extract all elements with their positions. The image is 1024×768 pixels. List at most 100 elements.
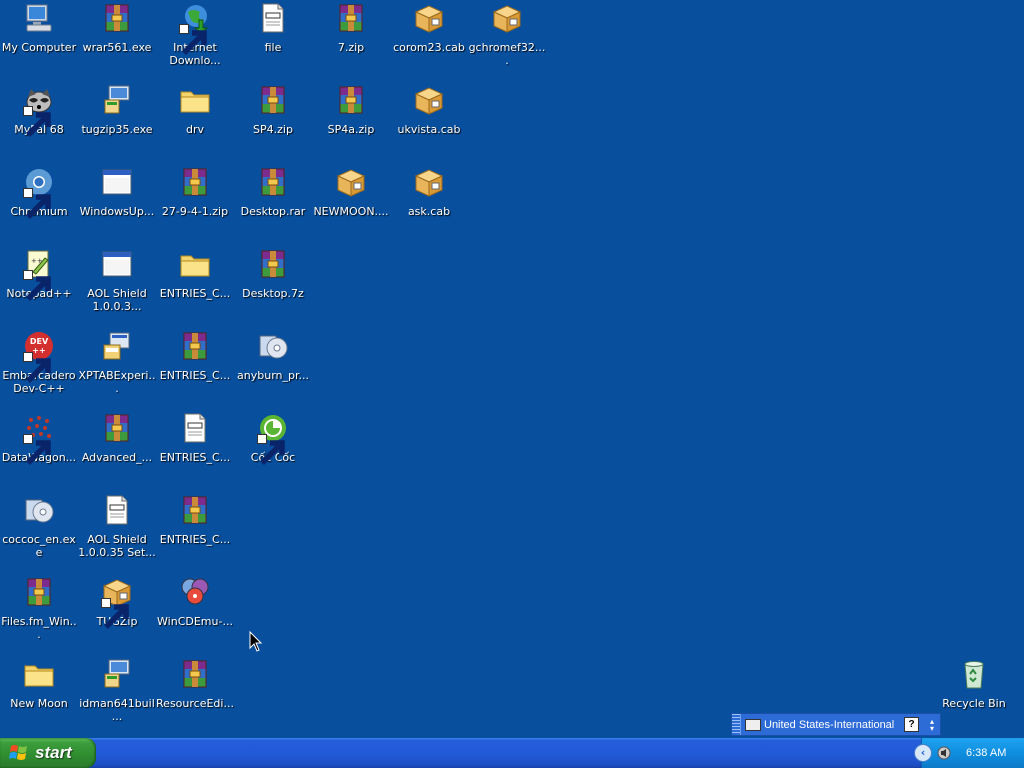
desktop-icon-c-c-c-c[interactable]: Cốc Cốc	[234, 410, 312, 490]
desktop-icon-label: wrar561.exe	[82, 41, 152, 54]
language-label[interactable]: United States-International	[764, 719, 904, 731]
cab-box-icon	[413, 84, 445, 116]
desktop-icon-sp4a-zip[interactable]: SP4a.zip	[312, 82, 390, 162]
desktop-icon-label: Advanced_...	[81, 451, 153, 464]
setup-icon	[101, 330, 133, 362]
desktop-icon-27-9-4-1-zip[interactable]: 27-9-4-1.zip	[156, 164, 234, 244]
desktop-icon-label: corom23.cab	[393, 41, 465, 54]
desktop-icon-chromium[interactable]: Chromium	[0, 164, 78, 244]
winrar-icon	[179, 330, 211, 362]
desktop-icon-advanced[interactable]: Advanced_...	[78, 410, 156, 490]
desktop-icon-label: ENTRIES_C...	[159, 533, 231, 546]
show-hidden-icons-button[interactable]: ‹	[914, 744, 932, 762]
desktop-icon-entries-c[interactable]: ENTRIES_C...	[156, 492, 234, 572]
cab-box-icon	[413, 166, 445, 198]
discs-icon	[179, 576, 211, 608]
svg-text:++: ++	[31, 257, 43, 265]
desktop-icon-internet-downlo[interactable]: Internet Downlo...	[156, 0, 234, 80]
desktop-icon-ukvista-cab[interactable]: ukvista.cab	[390, 82, 468, 162]
cab-box-icon	[101, 576, 133, 629]
winrar-icon	[101, 2, 133, 34]
desktop-icon-mypal-68[interactable]: MyPal 68	[0, 82, 78, 162]
winrar-icon	[335, 84, 367, 116]
desktop-icon-label: My Computer	[1, 41, 77, 54]
text-file-icon	[257, 2, 289, 34]
desktop-icon-label: NEWMOON....	[313, 205, 389, 218]
desktop-icon-label: SP4.zip	[253, 123, 293, 136]
language-options-icon[interactable]: ▴ ▾	[927, 717, 937, 732]
winrar-icon	[257, 248, 289, 280]
desktop-icon-label: AOL Shield 1.0.0.35 Set...	[78, 533, 156, 559]
desktop-icon-label: New Moon	[10, 697, 68, 710]
desktop-icon-file[interactable]: file	[234, 0, 312, 80]
desktop-icon-label: ResourceEdi...	[156, 697, 234, 710]
desktop-icon-label: file	[264, 41, 282, 54]
desktop-icon-embarcadero-dev-c[interactable]: DEV ++ Embarcadero Dev-C++	[0, 328, 78, 408]
desktop-icon-label: tugzip35.exe	[81, 123, 153, 136]
installer-icon	[101, 84, 133, 116]
desktop-icon-7-zip[interactable]: 7.zip	[312, 0, 390, 80]
window-icon	[101, 248, 133, 280]
language-bar[interactable]: United States-International ? ▴ ▾	[731, 713, 941, 736]
desktop-icon-label: ukvista.cab	[397, 123, 461, 136]
desktop-icon-tugzip[interactable]: TUGZip	[78, 574, 156, 654]
winrar-icon	[101, 412, 133, 444]
desktop-icon-desktop-7z[interactable]: Desktop.7z	[234, 246, 312, 326]
desktop-icon-wrar561-exe[interactable]: wrar561.exe	[78, 0, 156, 80]
desktop-icon-label: anyburn_pr...	[237, 369, 309, 382]
desktop-icon-notepad[interactable]: ++ Notepad++	[0, 246, 78, 326]
desktop-icon-corom23-cab[interactable]: corom23.cab	[390, 0, 468, 80]
disc-installer-icon	[257, 330, 289, 362]
raccoon-icon	[23, 84, 55, 137]
start-button[interactable]: start	[0, 738, 96, 768]
cab-box-icon	[413, 2, 445, 34]
folder-icon	[179, 84, 211, 116]
desktop-icon-wincdemu[interactable]: WinCDEmu-...	[156, 574, 234, 654]
desktop-icon-sp4-zip[interactable]: SP4.zip	[234, 82, 312, 162]
desktop-icon-label: ENTRIES_C...	[159, 287, 231, 300]
installer-icon	[101, 658, 133, 690]
desktop-icon-tugzip35-exe[interactable]: tugzip35.exe	[78, 82, 156, 162]
desktop-icon-entries-c[interactable]: ENTRIES_C...	[156, 246, 234, 326]
desktop-icon-idman641buil[interactable]: idman641buil...	[78, 656, 156, 736]
desktop-icon-aol-shield-1-0-0-3[interactable]: AOL Shield 1.0.0.3...	[78, 246, 156, 326]
desktop-icon-windowsup[interactable]: WindowsUp...	[78, 164, 156, 244]
winrar-icon	[179, 658, 211, 690]
desktop-icon-xptabexperi[interactable]: XPTABExperi...	[78, 328, 156, 408]
folder-icon	[179, 248, 211, 280]
recycle-bin-icon	[958, 658, 990, 690]
desktop-icon-files-fm-win[interactable]: Files.fm_Win...	[0, 574, 78, 654]
clock[interactable]: 6:38 AM	[966, 747, 1006, 759]
desktop-icon-gchromef32[interactable]: gchromef32....	[468, 0, 546, 80]
desktop-icon-datawagon[interactable]: DataWagon...	[0, 410, 78, 490]
chromium-icon	[23, 166, 55, 219]
volume-icon[interactable]	[936, 745, 952, 761]
desktop-icon-aol-shield-1-0-0-35-set[interactable]: AOL Shield 1.0.0.35 Set...	[78, 492, 156, 572]
desktop-icon-entries-c[interactable]: ENTRIES_C...	[156, 328, 234, 408]
shortcut-arrow-icon	[23, 352, 51, 383]
desktop-icon-entries-c[interactable]: ENTRIES_C...	[156, 410, 234, 490]
desktop-icon-coccoc-en-exe[interactable]: coccoc_en.exe	[0, 492, 78, 572]
desktop-icon-resourceedi[interactable]: ResourceEdi...	[156, 656, 234, 736]
desktop-icon-ask-cab[interactable]: ask.cab	[390, 164, 468, 244]
desktop-icon-label: gchromef32....	[468, 41, 546, 67]
winrar-icon	[179, 166, 211, 198]
desktop-icon-label: Files.fm_Win...	[1, 615, 77, 641]
desktop-icon-drv[interactable]: drv	[156, 82, 234, 162]
windows-logo-icon	[9, 743, 29, 763]
desktop-icon-label: Desktop.7z	[242, 287, 304, 300]
desktop-icon-desktop-rar[interactable]: Desktop.rar	[234, 164, 312, 244]
desktop-icon-label: Desktop.rar	[240, 205, 306, 218]
desktop-icon-my-computer[interactable]: My Computer	[0, 0, 78, 80]
shortcut-arrow-icon	[23, 270, 51, 301]
desktop[interactable]: My Computer wrar561.exe Internet Downlo...…	[0, 0, 1024, 738]
help-icon[interactable]: ?	[904, 717, 919, 732]
desktop-icon-new-moon[interactable]: New Moon	[0, 656, 78, 736]
notepad-icon: ++	[23, 248, 55, 301]
mouse-pointer-icon	[249, 631, 263, 653]
language-bar-grip[interactable]	[732, 714, 741, 735]
desktop-icon-anyburn-pr[interactable]: anyburn_pr...	[234, 328, 312, 408]
keyboard-icon	[745, 718, 761, 731]
desktop-icon-recycle-bin[interactable]: Recycle Bin	[935, 656, 1013, 736]
desktop-icon-newmoon[interactable]: NEWMOON....	[312, 164, 390, 244]
